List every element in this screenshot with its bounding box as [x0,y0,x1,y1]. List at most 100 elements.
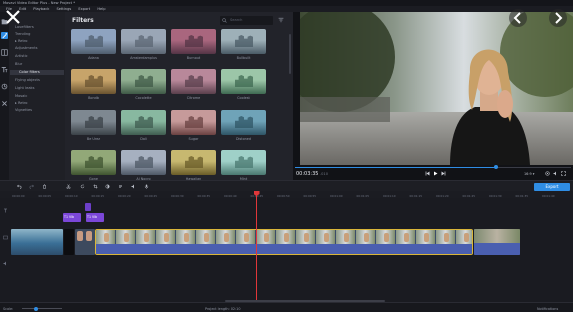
title-clip[interactable]: T1 Vlb [86,213,104,222]
category-item[interactable]: Vignettes [15,108,32,113]
notifications-link[interactable]: Notifications [537,307,558,311]
filter-label: Be Urez [86,137,101,141]
filter-thumbnail[interactable] [71,29,116,54]
filter-thumbnail[interactable] [71,150,116,175]
video-track-icon [3,235,8,240]
clip-frame-thumbnail [316,230,335,244]
cut-icon[interactable] [66,184,71,189]
category-item[interactable]: Trending [15,32,30,37]
category-item[interactable]: Light leaks [15,86,34,91]
menu-playback[interactable]: Playback [33,7,49,11]
filter-thumbnail[interactable] [221,150,266,175]
category-item[interactable]: Blur [15,62,22,67]
category-item[interactable]: ▸ Retro [15,101,28,106]
filter-label: Distoned [235,137,252,141]
filter-thumbnail[interactable] [171,29,216,54]
filter-thumbnail[interactable] [171,69,216,94]
skip-forward-icon[interactable] [441,171,446,176]
crop-icon[interactable] [93,184,98,189]
rotate-icon[interactable] [80,184,85,189]
close-icon[interactable] [5,9,21,25]
titles-icon[interactable] [1,66,8,73]
clip-frame-thumbnail [276,230,295,244]
search-icon [222,18,227,23]
clip-frame-thumbnail [196,230,215,244]
menu-help[interactable]: Help [97,7,105,11]
filter-label: Citrome [186,96,201,100]
category-item[interactable]: Adjustments [15,46,38,51]
menu-settings[interactable]: Settings [57,7,72,11]
menu-export[interactable]: Export [78,7,90,11]
video-clip[interactable] [75,229,95,255]
timecode: 00:03:35 [296,171,319,177]
filter-thumbnail[interactable] [171,150,216,175]
filter-thumbnail[interactable] [71,110,116,135]
play-icon[interactable] [433,171,438,176]
video-preview [300,12,573,165]
more-tools-icon[interactable] [1,100,8,107]
filter-thumbnail[interactable] [221,110,266,135]
undo-icon[interactable] [17,184,22,189]
video-clip[interactable] [64,229,74,255]
filter-thumbnail[interactable] [121,110,166,135]
fullscreen-icon[interactable] [561,171,566,176]
zoom-slider[interactable] [22,308,62,309]
title-clip[interactable]: T1 Vlb [63,213,81,222]
clip-frame-thumbnail [436,230,455,244]
filter-thumbnail[interactable] [221,69,266,94]
audio-track-icon [3,261,6,266]
sort-icon[interactable] [278,17,284,23]
audio-properties-icon[interactable] [131,184,136,189]
transitions-icon[interactable] [1,49,8,56]
title-clip-marker[interactable] [85,203,91,211]
playback-progress-fill [295,166,497,168]
color-adjust-icon[interactable] [105,184,110,189]
filter-thumbnail[interactable] [171,110,216,135]
category-item[interactable]: Artistic [15,54,28,59]
clip-frame-thumbnail [256,230,275,244]
chevron-left-icon [513,12,521,24]
clip-frame-thumbnail [376,230,395,244]
export-button[interactable]: Export [534,183,570,191]
preview-quality-icon[interactable] [545,171,550,176]
filter-label: Dali [140,137,147,141]
playhead[interactable] [256,191,257,301]
clip-frame-thumbnail [156,230,175,244]
video-clip-selected[interactable] [95,229,473,255]
category-item[interactable]: Lovefilters [15,25,34,30]
filter-categories: Lovefilters Trending ▸ Retro Adjustments… [9,12,65,180]
record-voice-icon[interactable] [144,184,149,189]
filter-thumbnail[interactable] [221,29,266,54]
aspect-ratio-select[interactable]: 16:9 ▾ [524,172,534,176]
video-clip[interactable] [11,229,63,255]
stickers-icon[interactable] [1,83,8,90]
category-item-color-filters[interactable]: Color filters [10,70,64,75]
redo-icon[interactable] [29,184,34,189]
skip-back-icon[interactable] [425,171,430,176]
clip-frame-thumbnail [336,230,355,244]
scale-label: Scale: [3,306,14,311]
filter-thumbnail[interactable] [71,69,116,94]
filters-icon[interactable] [1,32,8,39]
video-clip[interactable] [474,229,520,255]
filter-thumbnail[interactable] [121,29,166,54]
volume-icon[interactable] [553,171,558,176]
clip-frame-thumbnail [216,230,235,244]
category-item[interactable]: Flying objects [15,78,40,83]
filter-thumbnail[interactable] [121,150,166,175]
category-item[interactable]: Mosaic [15,94,27,99]
clip-frame-thumbnail [416,230,435,244]
clip-frame-thumbnail [396,230,415,244]
next-button[interactable] [549,9,567,27]
previous-button[interactable] [509,9,527,27]
search-input[interactable]: Search [220,16,273,25]
zoom-slider-handle[interactable] [34,306,38,311]
timeline-ruler[interactable]: 00:00:00 00:00:05 00:00:10 00:00:15 00:00:20… [0,191,573,198]
category-item[interactable]: ▸ Retro [15,39,28,44]
delete-icon[interactable] [42,184,47,189]
filter-label: Adana [88,56,99,60]
clip-properties-icon[interactable] [118,184,123,189]
filters-scrollbar[interactable] [289,34,291,74]
filter-thumbnail[interactable] [121,69,166,94]
filter-label: Coolest [237,96,250,100]
